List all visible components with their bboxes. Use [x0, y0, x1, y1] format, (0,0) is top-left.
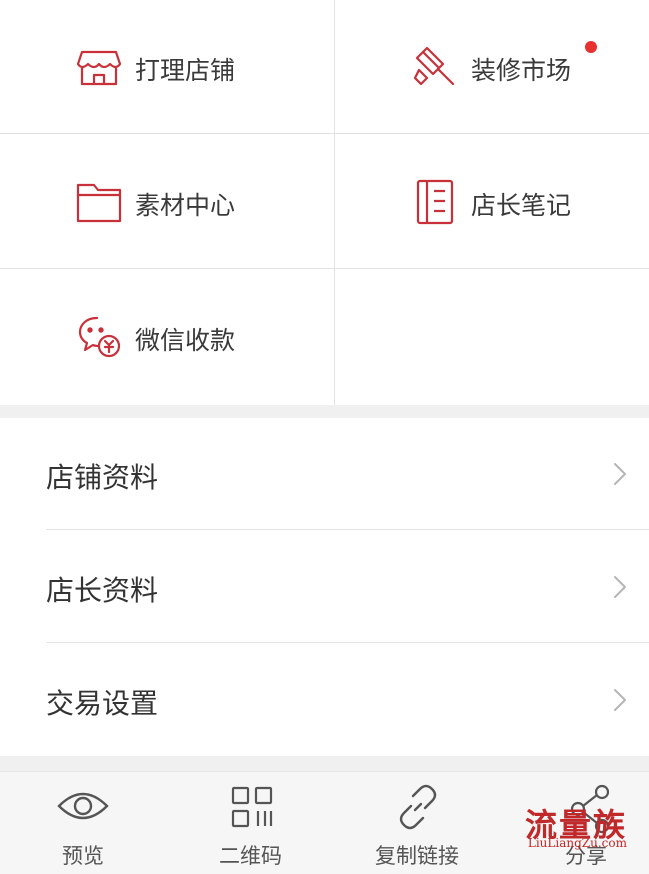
- list-item-label: 交易设置: [46, 687, 159, 720]
- section-gap: [0, 756, 649, 771]
- watermark-url: LiuLiangZu.com: [527, 836, 627, 850]
- list-item-label: 店长资料: [46, 574, 159, 607]
- list-item-trade-settings[interactable]: 交易设置: [0, 644, 649, 756]
- grid-item-wechat-payment[interactable]: 微信收款: [0, 269, 334, 405]
- qrcode-button[interactable]: 二维码: [200, 772, 310, 874]
- preview-button[interactable]: 预览: [30, 772, 140, 874]
- shop-tools-grid: 打理店铺 装修市场 素材中心 店长笔记 微信收款: [0, 0, 649, 405]
- folder-icon: [76, 179, 122, 225]
- list-item-manager-info[interactable]: 店长资料: [0, 531, 649, 643]
- notebook-icon: [415, 179, 461, 225]
- tab-label: 预览: [62, 844, 104, 868]
- grid-item-label: 装修市场: [471, 56, 572, 85]
- grid-item-label: 微信收款: [135, 326, 236, 355]
- qrcode-icon: [231, 786, 273, 828]
- eye-icon: [57, 792, 109, 820]
- grid-item-manage-shop[interactable]: 打理店铺: [0, 0, 334, 133]
- chevron-right-icon: [614, 463, 626, 485]
- copy-link-button[interactable]: 复制链接: [365, 772, 475, 874]
- list-item-label: 店铺资料: [46, 461, 159, 494]
- section-gap: [0, 405, 649, 418]
- grid-item-label: 打理店铺: [135, 56, 236, 85]
- grid-item-manager-notes[interactable]: 店长笔记: [335, 134, 649, 268]
- grid-item-label: 店长笔记: [471, 191, 572, 220]
- tab-label: 复制链接: [375, 844, 459, 868]
- paint-roller-icon: [413, 44, 459, 90]
- link-icon: [399, 784, 437, 830]
- grid-item-empty: [335, 269, 649, 405]
- storefront-icon: [76, 44, 122, 90]
- chevron-right-icon: [614, 576, 626, 598]
- list-divider: [46, 529, 649, 530]
- list-divider: [46, 642, 649, 643]
- grid-item-material-center[interactable]: 素材中心: [0, 134, 334, 268]
- grid-item-label: 素材中心: [135, 191, 236, 220]
- wechat-pay-icon: [77, 314, 123, 360]
- chevron-right-icon: [614, 689, 626, 711]
- settings-list: 店铺资料 店长资料 交易设置: [0, 418, 649, 756]
- grid-item-decoration-market[interactable]: 装修市场: [335, 0, 649, 133]
- list-item-shop-info[interactable]: 店铺资料: [0, 418, 649, 530]
- new-badge: [585, 41, 597, 53]
- tab-label: 二维码: [219, 844, 282, 868]
